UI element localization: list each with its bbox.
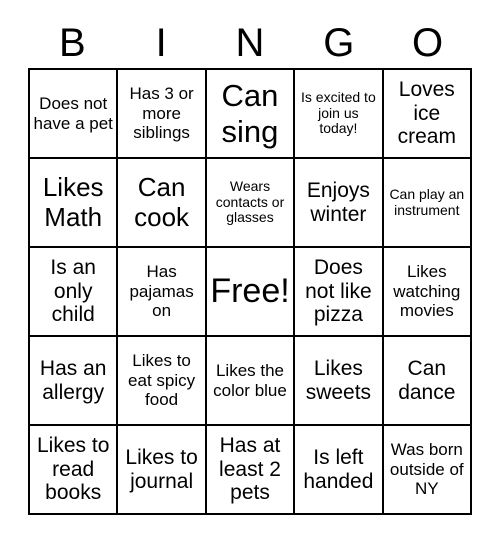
bingo-cell-label: Is excited to join us today! [301,88,376,137]
bingo-cell-label: Loves ice cream [397,77,456,149]
bingo-free-label: Free! [210,272,290,311]
bingo-cell-label: Is left handed [303,445,374,493]
bingo-cell[interactable]: Wears contacts or glasses [206,159,296,248]
bingo-cell-label: Has at least 2 pets [219,433,281,505]
bingo-cell-label: Does not have a pet [33,94,113,133]
bingo-header-row: B I N G O [28,17,472,68]
bingo-cell[interactable]: Can play an instrument [383,159,472,248]
bingo-cell-label: Has 3 or more siblings [129,84,194,143]
bingo-cell[interactable]: Can sing [206,70,296,159]
bingo-cell-label: Likes to journal [125,445,198,493]
bingo-cell-label: Has pajamas on [129,262,194,321]
bingo-cell[interactable]: Is left handed [295,426,384,515]
bingo-cell[interactable]: Does not have a pet [30,70,119,159]
bingo-cell-label: Likes to read books [37,433,110,505]
bingo-cell-label: Can dance [398,356,456,404]
bingo-cell-label: Likes sweets [305,356,372,404]
header-letter-g: G [323,20,355,65]
bingo-cell-label: Does not like pizza [305,255,372,327]
bingo-cell[interactable]: Has an allergy [30,337,119,426]
header-letter-b: B [59,20,86,65]
bingo-cell[interactable]: Has at least 2 pets [206,426,296,515]
bingo-cell[interactable]: Is an only child [30,248,119,337]
bingo-grid: Does not have a pet Has 3 or more siblin… [28,68,472,515]
bingo-cell[interactable]: Likes watching movies [383,248,472,337]
bingo-cell-label: Likes to eat spicy food [128,351,196,410]
header-letter-i: I [155,20,167,65]
bingo-cell[interactable]: Is excited to join us today! [295,70,384,159]
bingo-cell[interactable]: Does not like pizza [295,248,384,337]
bingo-cell[interactable]: Likes sweets [295,337,384,426]
bingo-cell[interactable]: Loves ice cream [383,70,472,159]
bingo-cell[interactable]: Has pajamas on [118,248,207,337]
bingo-cell-label: Likes the color blue [213,361,287,400]
bingo-cell-label: Likes watching movies [393,262,461,321]
bingo-cell-label: Can play an instrument [389,185,465,218]
bingo-cell[interactable]: Can dance [383,337,472,426]
bingo-cell[interactable]: Was born outside of NY [383,426,472,515]
bingo-cell-label: Can cook [134,171,190,232]
bingo-cell[interactable]: Likes to read books [30,426,119,515]
bingo-cell-label: Can sing [221,78,279,149]
bingo-cell-label: Has an allergy [39,356,107,404]
bingo-card: B I N G O Does not have a pet Has 3 or m… [0,0,500,544]
bingo-cell[interactable]: Likes to journal [118,426,207,515]
bingo-cell[interactable]: Likes the color blue [206,337,296,426]
bingo-cell-label: Was born outside of NY [389,440,464,499]
header-letter-n: N [235,20,265,65]
header-letter-o: O [412,20,444,65]
bingo-cell-label: Enjoys winter [306,178,370,226]
bingo-cell[interactable]: Can cook [118,159,207,248]
bingo-cell[interactable]: Likes Math [30,159,119,248]
bingo-cell-label: Likes Math [42,171,104,232]
bingo-cell-label: Wears contacts or glasses [215,177,285,226]
bingo-cell[interactable]: Has 3 or more siblings [118,70,207,159]
bingo-cell[interactable]: Likes to eat spicy food [118,337,207,426]
bingo-cell-free[interactable]: Free! [206,248,296,337]
bingo-cell[interactable]: Enjoys winter [295,159,384,248]
bingo-cell-label: Is an only child [50,255,96,327]
